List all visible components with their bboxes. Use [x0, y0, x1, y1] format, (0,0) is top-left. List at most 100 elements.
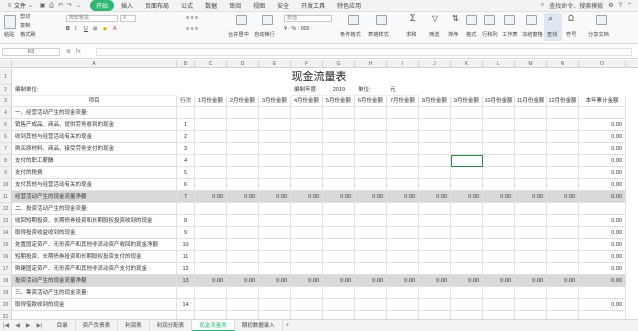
month-value[interactable]: [259, 155, 291, 167]
menu-tab[interactable]: 数据: [200, 0, 222, 11]
empty-cell[interactable]: [547, 311, 579, 319]
search-command[interactable]: 查找命令、搜索模板: [549, 1, 603, 10]
month-value[interactable]: [227, 263, 259, 275]
total-value[interactable]: 0.00: [579, 263, 626, 275]
total-value[interactable]: 0.00: [579, 131, 626, 143]
month-value[interactable]: [259, 287, 291, 299]
month-value[interactable]: [355, 251, 387, 263]
total-value[interactable]: 0.00: [579, 167, 626, 179]
first-sheet-icon[interactable]: |◀: [3, 322, 9, 329]
help-icon[interactable]: ?: [619, 3, 622, 9]
table-style-icon[interactable]: [376, 15, 387, 25]
total-value[interactable]: 0.00: [579, 251, 626, 263]
month-value[interactable]: 0.00: [195, 275, 227, 287]
month-value[interactable]: 0.00: [483, 191, 515, 203]
share-button[interactable]: 分享文档: [588, 32, 609, 39]
month-value[interactable]: [483, 251, 515, 263]
share-icon[interactable]: [596, 15, 607, 25]
month-value[interactable]: [547, 239, 579, 251]
month-value[interactable]: [483, 107, 515, 119]
row-header[interactable]: 7: [0, 143, 12, 155]
sheet-tab[interactable]: 资产负债表: [76, 320, 119, 331]
column-header[interactable]: L: [483, 60, 515, 68]
month-value[interactable]: 0.00: [291, 275, 323, 287]
rowcol-button[interactable]: 行和列: [482, 32, 498, 39]
line-number[interactable]: 6: [177, 179, 195, 191]
month-value[interactable]: [291, 203, 323, 215]
month-value[interactable]: [323, 107, 355, 119]
column-header[interactable]: K: [451, 60, 483, 68]
month-value[interactable]: [547, 143, 579, 155]
month-value[interactable]: [323, 239, 355, 251]
paste-button[interactable]: 粘贴: [4, 32, 14, 39]
line-number[interactable]: 14: [177, 299, 195, 311]
row-header[interactable]: 2: [0, 85, 12, 96]
row-header[interactable]: 13: [0, 215, 12, 227]
total-value[interactable]: 0.00: [579, 239, 626, 251]
month-value[interactable]: 0.00: [355, 275, 387, 287]
row-header[interactable]: 12: [0, 203, 12, 215]
item-label[interactable]: 购建固定资产、无形资产和其他非流动资产支付的现金: [12, 263, 177, 275]
settings-icon[interactable]: ⚙: [608, 2, 613, 9]
month-value[interactable]: [323, 287, 355, 299]
header-total[interactable]: 本年累计金额: [579, 96, 626, 107]
month-value[interactable]: [547, 179, 579, 191]
month-value[interactable]: [355, 263, 387, 275]
month-value[interactable]: [291, 131, 323, 143]
month-value[interactable]: [547, 107, 579, 119]
save-icon[interactable]: ▣: [40, 3, 46, 9]
row-header[interactable]: 15: [0, 239, 12, 251]
header-month[interactable]: 6月份金额: [355, 96, 387, 107]
item-label[interactable]: 处置固定资产、无形资产和其他非流动资产收回的现金净额: [12, 239, 177, 251]
month-value[interactable]: [387, 179, 419, 191]
line-number[interactable]: 11: [177, 251, 195, 263]
month-value[interactable]: [323, 179, 355, 191]
line-number[interactable]: 10: [177, 239, 195, 251]
align-top-icon[interactable]: ≡ ≡ ≡: [186, 15, 198, 22]
month-value[interactable]: [355, 215, 387, 227]
item-label[interactable]: 支付的税费: [12, 167, 177, 179]
line-number[interactable]: [177, 203, 195, 215]
month-value[interactable]: [419, 251, 451, 263]
column-header[interactable]: D: [227, 60, 259, 68]
month-value[interactable]: 0.00: [419, 191, 451, 203]
month-value[interactable]: [355, 227, 387, 239]
month-value[interactable]: [451, 227, 483, 239]
month-value[interactable]: [483, 131, 515, 143]
font-size-select[interactable]: 9: [120, 15, 136, 22]
row-header[interactable]: 14: [0, 227, 12, 239]
month-value[interactable]: [227, 167, 259, 179]
total-value[interactable]: 0.00: [579, 275, 626, 287]
fx-icon[interactable]: fx: [76, 49, 81, 55]
redo-icon[interactable]: ↷: [67, 3, 73, 9]
percent-icon[interactable]: ¥ · % · 000 ·: [284, 26, 313, 33]
item-label[interactable]: 二、投资活动产生的现金流量:: [12, 203, 177, 215]
line-number[interactable]: 1: [177, 119, 195, 131]
month-value[interactable]: [547, 227, 579, 239]
month-value[interactable]: [195, 227, 227, 239]
rowcol-icon[interactable]: [484, 15, 495, 25]
month-value[interactable]: 0.00: [547, 191, 579, 203]
month-value[interactable]: [387, 143, 419, 155]
unit-label[interactable]: 编制单位:: [12, 85, 177, 96]
empty-cell[interactable]: [259, 311, 291, 319]
row-header[interactable]: 20: [0, 299, 12, 311]
empty-cell[interactable]: [227, 311, 259, 319]
row-header[interactable]: 1: [0, 69, 12, 85]
month-value[interactable]: [451, 203, 483, 215]
empty-cell[interactable]: [177, 311, 195, 319]
month-value[interactable]: [515, 251, 547, 263]
prev-sheet-icon[interactable]: ◀: [15, 322, 20, 329]
month-value[interactable]: [323, 119, 355, 131]
month-value[interactable]: [419, 299, 451, 311]
header-month[interactable]: 11月份金额: [515, 96, 547, 107]
month-value[interactable]: [451, 119, 483, 131]
month-value[interactable]: 0.00: [515, 275, 547, 287]
filter-icon[interactable]: ▽: [432, 15, 438, 23]
month-value[interactable]: [483, 287, 515, 299]
month-value[interactable]: [323, 131, 355, 143]
sheet-tab[interactable]: 目录: [50, 320, 76, 331]
month-value[interactable]: [227, 155, 259, 167]
empty-cell[interactable]: [515, 311, 547, 319]
month-value[interactable]: [515, 215, 547, 227]
